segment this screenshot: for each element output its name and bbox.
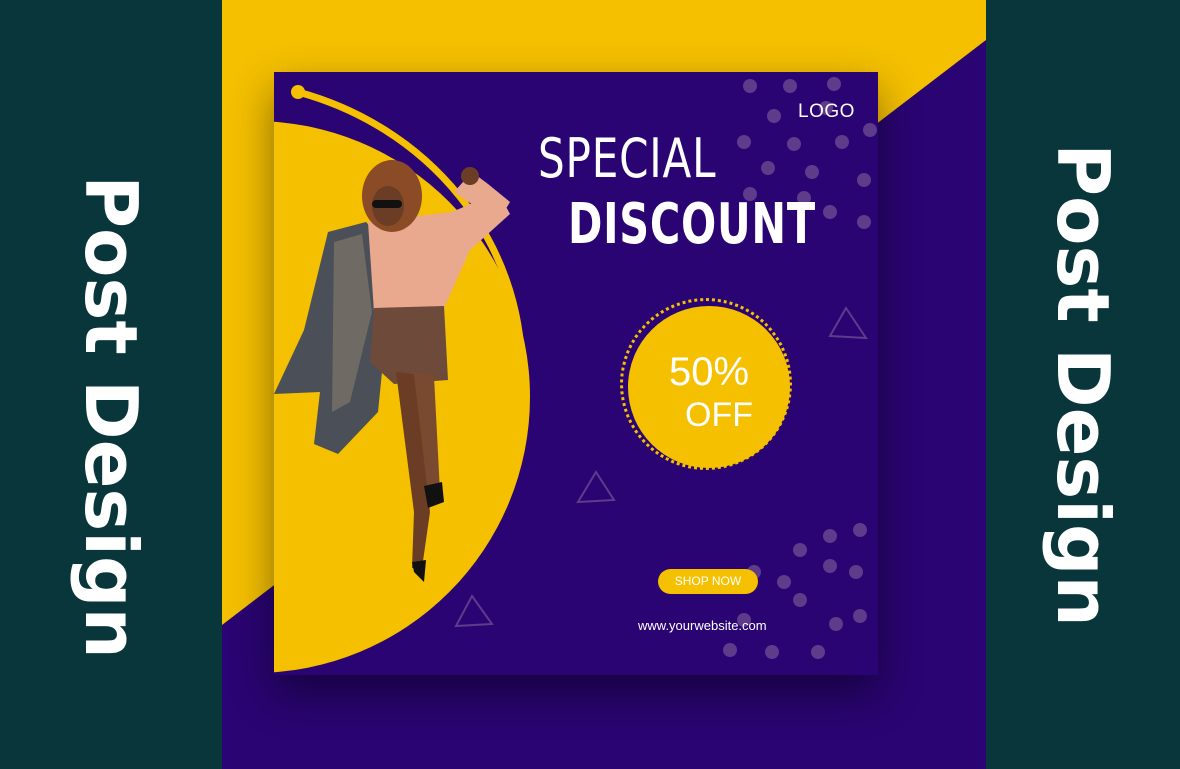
- website-url: www.yourwebsite.com: [638, 618, 767, 633]
- right-side-label: Post Design: [1041, 143, 1125, 627]
- design-mockup: LOGO SPECIAL DISCOUNT 50% OFF SHOP NOW w…: [222, 0, 986, 769]
- title-special: SPECIAL: [538, 127, 717, 190]
- triangle-shape: [576, 470, 616, 504]
- left-side-panel: Post Design: [0, 0, 222, 769]
- discount-value: 50%: [668, 350, 750, 394]
- post-card: LOGO SPECIAL DISCOUNT 50% OFF SHOP NOW w…: [274, 72, 878, 675]
- triangle-shape: [454, 594, 494, 628]
- left-side-label: Post Design: [69, 175, 153, 659]
- shop-now-button[interactable]: SHOP NOW: [658, 569, 758, 594]
- title-discount: DISCOUNT: [568, 192, 816, 257]
- discount-suffix: OFF: [685, 396, 753, 434]
- triangle-shape: [828, 306, 868, 340]
- logo-text: LOGO: [798, 101, 855, 122]
- right-side-panel: Post Design: [986, 0, 1180, 769]
- discount-badge: 50% OFF: [628, 306, 790, 468]
